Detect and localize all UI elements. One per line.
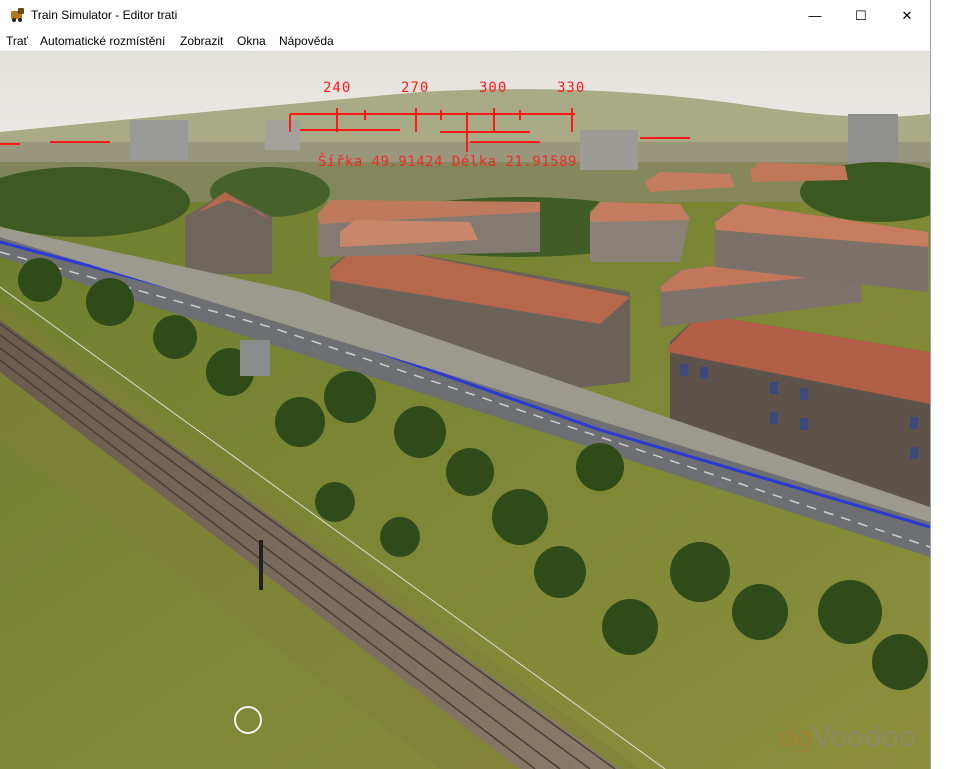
heading-tick-300: 300	[479, 80, 508, 96]
menu-okna[interactable]: Okna	[237, 34, 266, 48]
signal-post	[259, 540, 263, 590]
window-title: Train Simulator - Editor trati	[31, 8, 178, 22]
dgvoodoo-watermark: dgVoodoo	[777, 720, 916, 753]
watermark-prefix: dg	[777, 720, 813, 753]
train-app-icon	[9, 7, 27, 23]
utility-box	[240, 340, 270, 376]
heading-tick-330: 330	[557, 80, 586, 96]
menu-napoveda[interactable]: Nápověda	[279, 34, 334, 48]
cursor-ring-icon	[234, 706, 262, 734]
coordinates-readout: Šířka 49.91424 Délka 21.91589	[318, 154, 577, 170]
maximize-icon: ☐	[855, 7, 867, 23]
compass-hud: 240 270 300 330 Šířka 49.91424 Délka 21.…	[0, 52, 930, 192]
close-button[interactable]: ✕	[884, 0, 930, 31]
title-bar[interactable]: Train Simulator - Editor trati — ☐ ✕	[0, 0, 930, 31]
minimize-button[interactable]: —	[792, 0, 838, 31]
3d-viewport[interactable]: 240 270 300 330 Šířka 49.91424 Délka 21.…	[0, 52, 930, 769]
menu-automaticke-rozmisteni[interactable]: Automatické rozmístění	[40, 34, 165, 48]
maximize-button[interactable]: ☐	[838, 0, 884, 31]
app-window: Train Simulator - Editor trati — ☐ ✕ Tra…	[0, 0, 931, 769]
watermark-suffix: Voodoo	[812, 720, 916, 753]
heading-tick-240: 240	[323, 80, 352, 96]
menu-bar: Trať Automatické rozmístění Zobrazit Okn…	[0, 31, 930, 52]
menu-zobrazit[interactable]: Zobrazit	[180, 34, 223, 48]
menu-trat[interactable]: Trať	[6, 34, 28, 48]
minimize-icon: —	[808, 8, 822, 23]
desktop-background	[931, 0, 960, 769]
heading-tick-270: 270	[401, 80, 430, 96]
close-icon: ✕	[901, 7, 913, 23]
